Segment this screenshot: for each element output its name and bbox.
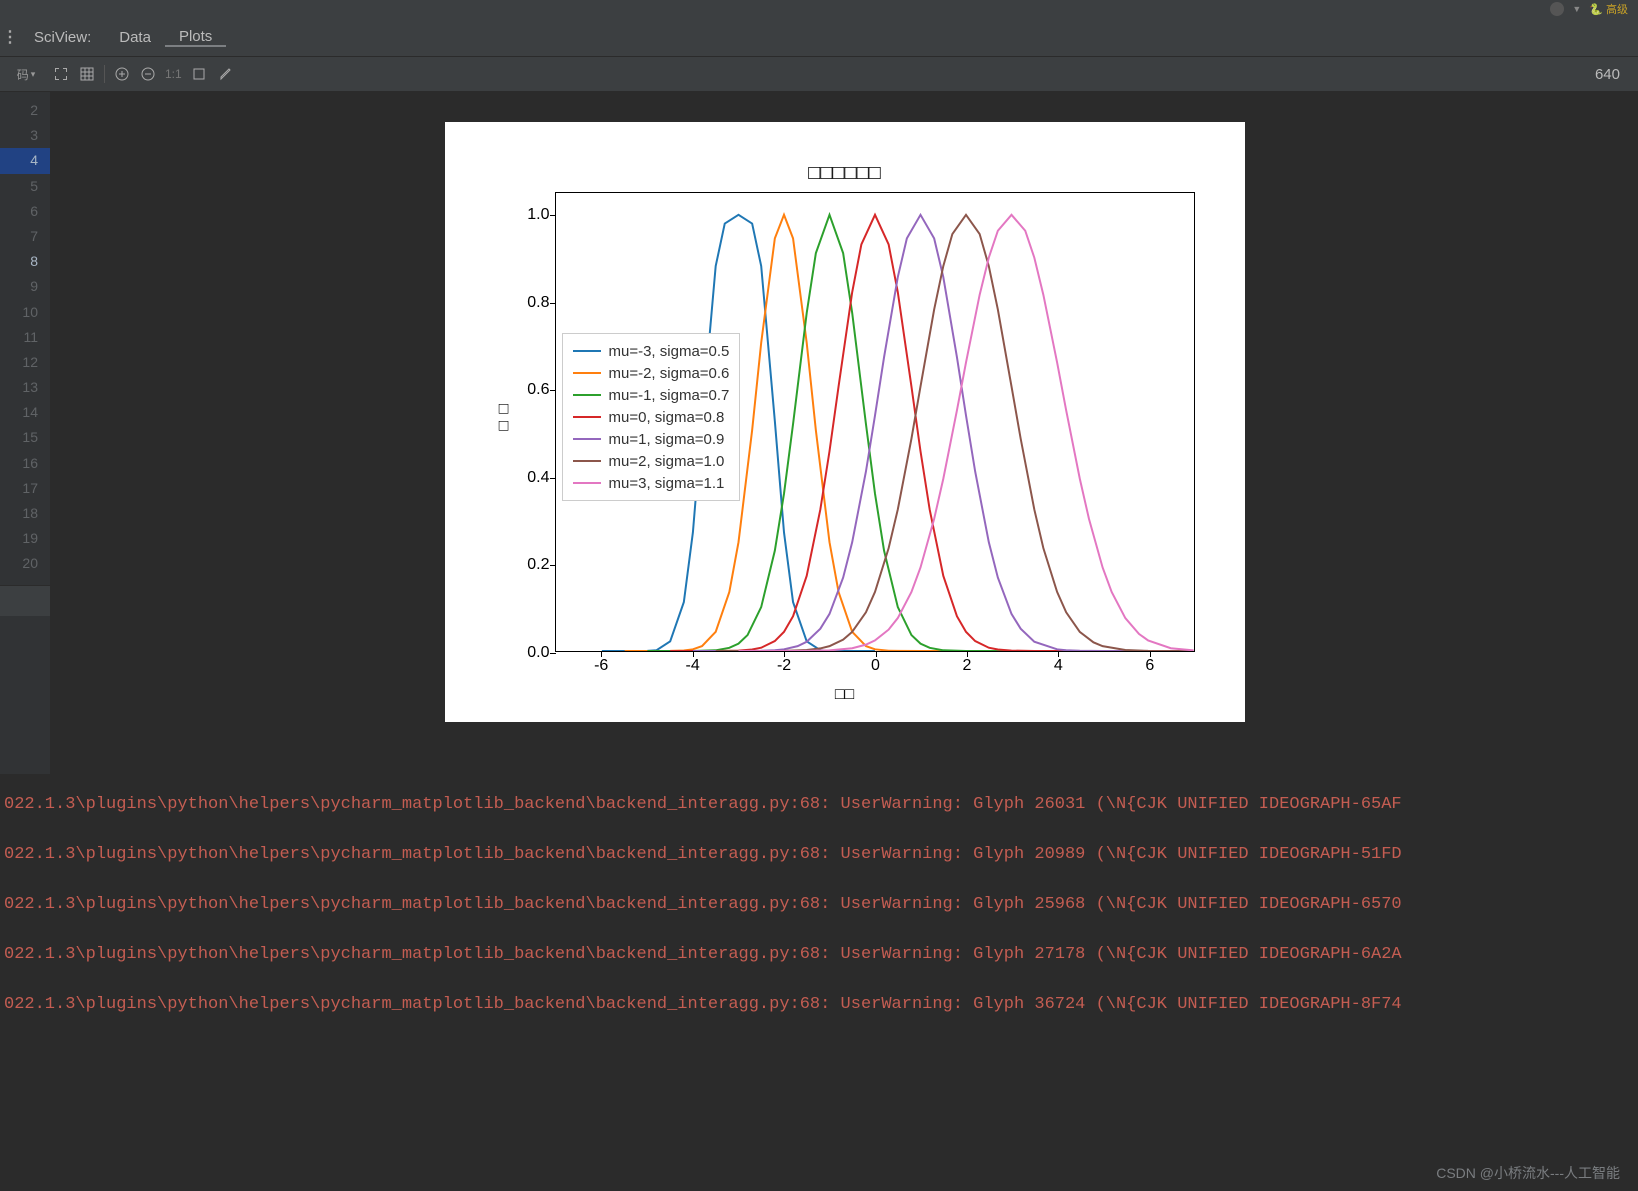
legend-swatch	[573, 350, 601, 352]
series-line	[692, 215, 1147, 651]
ytick-label: 0.2	[510, 556, 550, 574]
line-number[interactable]: 17	[0, 476, 50, 501]
legend-row: mu=-3, sigma=0.5	[573, 340, 730, 362]
chart-title: □□□□□□	[445, 162, 1245, 185]
xtick-label: 2	[962, 657, 971, 675]
ytick-label: 0.6	[510, 381, 550, 399]
more-icon[interactable]: ⋮	[0, 27, 20, 47]
xtick-label: 0	[871, 657, 880, 675]
tab-plots[interactable]: Plots	[165, 28, 226, 47]
chart-legend: mu=-3, sigma=0.5 mu=-2, sigma=0.6 mu=-1, s…	[562, 333, 741, 501]
fit-zoom-icon[interactable]	[48, 61, 74, 87]
xtick-label: -4	[686, 657, 700, 675]
plot-toolbar: 码▾ 1:1 640	[0, 57, 1638, 92]
line-number[interactable]: 14	[0, 400, 50, 425]
xtick-label: -6	[594, 657, 608, 675]
plot-figure: □□□□□□ □□ mu=-3, sigma=0.5 mu=-2, sigma=0…	[445, 122, 1245, 722]
legend-row: mu=-1, sigma=0.7	[573, 384, 730, 406]
console-line: 022.1.3\plugins\python\helpers\pycharm_m…	[4, 844, 1638, 866]
line-number[interactable]: 13	[0, 375, 50, 400]
legend-swatch	[573, 416, 601, 418]
reset-icon[interactable]	[186, 61, 212, 87]
sciview-menubar: ⋮ SciView: Data Plots	[0, 18, 1638, 57]
watermark: CSDN @小桥流水---人工智能	[1436, 1163, 1620, 1183]
avatar-caret-icon[interactable]: ▼	[1572, 4, 1581, 14]
editor-gutter: 234567891011121314151617181920	[0, 92, 51, 774]
console-panel: 022.1.3\plugins\python\helpers\pycharm_m…	[0, 774, 1638, 1191]
legend-swatch	[573, 438, 601, 440]
separator	[104, 65, 105, 83]
legend-swatch	[573, 372, 601, 374]
line-number[interactable]: 20	[0, 551, 50, 576]
zoom-1to1[interactable]: 1:1	[161, 67, 186, 81]
line-number[interactable]: 3	[0, 123, 50, 148]
legend-row: mu=1, sigma=0.9	[573, 428, 730, 450]
legend-label: mu=3, sigma=1.1	[609, 475, 725, 492]
xtick-label: 4	[1054, 657, 1063, 675]
legend-label: mu=0, sigma=0.8	[609, 409, 725, 426]
chart-ylabel: □□	[495, 400, 513, 434]
avatar-icon[interactable]	[1550, 2, 1564, 16]
console-line: 022.1.3\plugins\python\helpers\pycharm_m…	[4, 994, 1638, 1016]
line-number[interactable]: 5	[0, 174, 50, 199]
tab-data[interactable]: Data	[105, 29, 165, 46]
zoom-in-icon[interactable]	[109, 61, 135, 87]
console-line: 022.1.3\plugins\python\helpers\pycharm_m…	[4, 944, 1638, 966]
ytick-label: 0.8	[510, 294, 550, 312]
titlebar: ▼ 🐍 高级	[0, 0, 1638, 18]
ytick-label: 1.0	[510, 206, 550, 224]
series-line	[715, 215, 1193, 651]
legend-row: mu=-2, sigma=0.6	[573, 362, 730, 384]
ytick-label: 0.0	[510, 644, 550, 662]
legend-row: mu=0, sigma=0.8	[573, 406, 730, 428]
line-number[interactable]: 11	[0, 325, 50, 350]
ytick-label: 0.4	[510, 469, 550, 487]
legend-swatch	[573, 394, 601, 396]
legend-label: mu=2, sigma=1.0	[609, 453, 725, 470]
breadcrumb-left: 码▾	[4, 66, 48, 83]
legend-label: mu=-3, sigma=0.5	[609, 343, 730, 360]
line-number[interactable]: 6	[0, 199, 50, 224]
legend-swatch	[573, 460, 601, 462]
grid-icon[interactable]	[74, 61, 100, 87]
python-mode-label[interactable]: 🐍 高级	[1589, 1, 1628, 17]
legend-row: mu=3, sigma=1.1	[573, 472, 730, 494]
chart-axes: mu=-3, sigma=0.5 mu=-2, sigma=0.6 mu=-1, s…	[555, 192, 1195, 652]
legend-label: mu=1, sigma=0.9	[609, 431, 725, 448]
line-number[interactable]: 4	[0, 148, 50, 173]
legend-label: mu=-2, sigma=0.6	[609, 365, 730, 382]
xtick-label: -2	[777, 657, 791, 675]
line-number[interactable]: 16	[0, 451, 50, 476]
line-number[interactable]: 9	[0, 274, 50, 299]
line-number[interactable]: 12	[0, 350, 50, 375]
legend-label: mu=-1, sigma=0.7	[609, 387, 730, 404]
plot-area: □□□□□□ □□ mu=-3, sigma=0.5 mu=-2, sigma=0…	[51, 92, 1638, 774]
color-picker-icon[interactable]	[212, 61, 238, 87]
chart-xlabel: □□	[445, 686, 1245, 704]
line-number[interactable]: 7	[0, 224, 50, 249]
line-number[interactable]: 8	[0, 249, 50, 274]
series-line	[738, 215, 1193, 651]
legend-swatch	[573, 482, 601, 484]
line-number[interactable]: 15	[0, 425, 50, 450]
console-line: 022.1.3\plugins\python\helpers\pycharm_m…	[4, 794, 1638, 816]
xtick-label: 6	[1145, 657, 1154, 675]
line-number[interactable]: 10	[0, 300, 50, 325]
console-line: 022.1.3\plugins\python\helpers\pycharm_m…	[4, 894, 1638, 916]
line-number[interactable]: 18	[0, 501, 50, 526]
line-number[interactable]: 2	[0, 98, 50, 123]
sciview-label: SciView:	[20, 29, 105, 46]
zoom-out-icon[interactable]	[135, 61, 161, 87]
status-right: 640	[1595, 66, 1638, 83]
line-number[interactable]: 19	[0, 526, 50, 551]
legend-row: mu=2, sigma=1.0	[573, 450, 730, 472]
